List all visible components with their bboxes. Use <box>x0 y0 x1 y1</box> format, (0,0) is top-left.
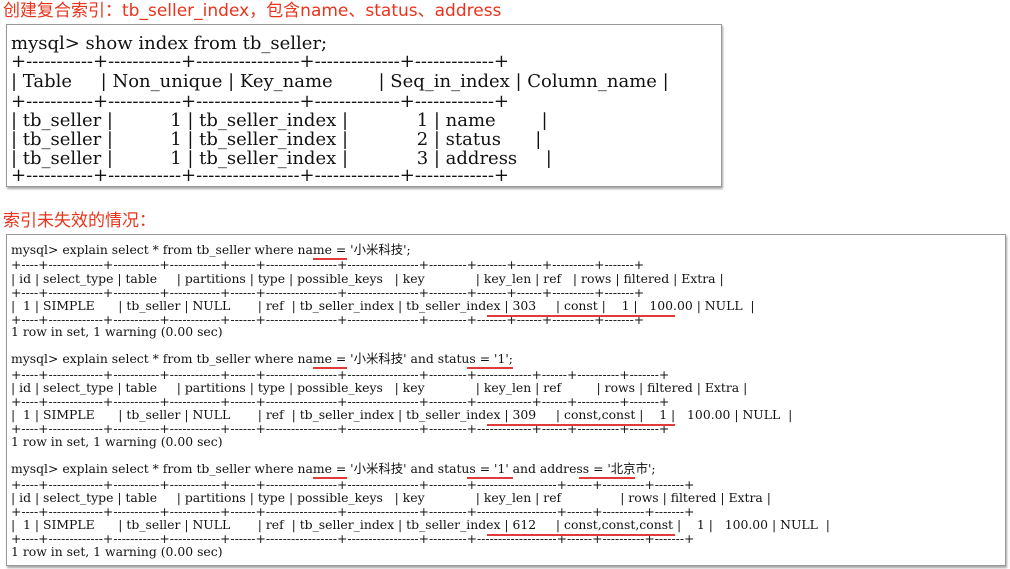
table-header-row: | Table | Non_unique | Key_name | Seq_in… <box>11 71 669 92</box>
explain-table-row: | 1 | SIMPLE | tb_seller | NULL | ref | … <box>11 298 755 313</box>
explain-table-header: | id | select_type | table | partitions … <box>11 271 724 286</box>
underline-key-keylen <box>487 315 675 317</box>
explain-table-header: | id | select_type | table | partitions … <box>11 380 748 395</box>
mysql-command-explain-name: mysql> explain select * from tb_seller w… <box>11 242 411 257</box>
underline-key-keylen <box>487 534 675 536</box>
result-footer: 1 row in set, 1 warning (0.00 sec) <box>11 434 223 449</box>
table-border-bottom: +-----------+------------+--------------… <box>11 165 509 186</box>
table-border-top: +-----------+------------+--------------… <box>11 51 509 72</box>
table-border-mid: +-----------+------------+--------------… <box>11 91 509 112</box>
explain-table-row: | 1 | SIMPLE | tb_seller | NULL | ref | … <box>11 517 830 532</box>
explain-table-header: | id | select_type | table | partitions … <box>11 490 771 505</box>
table-row: | tb_seller | 1 | tb_seller_index | 2 | … <box>11 129 542 150</box>
terminal-explain-queries: mysql> explain select * from tb_seller w… <box>6 234 1006 566</box>
terminal-show-index: mysql> show index from tb_seller; +-----… <box>6 24 722 187</box>
explain-table-border: +----+-------------+-----------+--------… <box>11 257 645 272</box>
mysql-command-explain-name-status-address: mysql> explain select * from tb_seller w… <box>11 461 656 476</box>
mysql-command-explain-name-status: mysql> explain select * from tb_seller w… <box>11 351 513 366</box>
underline-key-keylen <box>487 424 675 426</box>
result-footer: 1 row in set, 1 warning (0.00 sec) <box>11 544 223 559</box>
table-row: | tb_seller | 1 | tb_seller_index | 1 | … <box>11 110 548 131</box>
heading-create-composite-index: 创建复合索引：tb_seller_index，包含name、status、add… <box>3 1 502 21</box>
heading-index-not-invalid: 索引未失效的情况： <box>3 211 156 231</box>
explain-table-row: | 1 | SIMPLE | tb_seller | NULL | ref | … <box>11 407 793 422</box>
result-footer: 1 row in set, 1 warning (0.00 sec) <box>11 324 223 339</box>
